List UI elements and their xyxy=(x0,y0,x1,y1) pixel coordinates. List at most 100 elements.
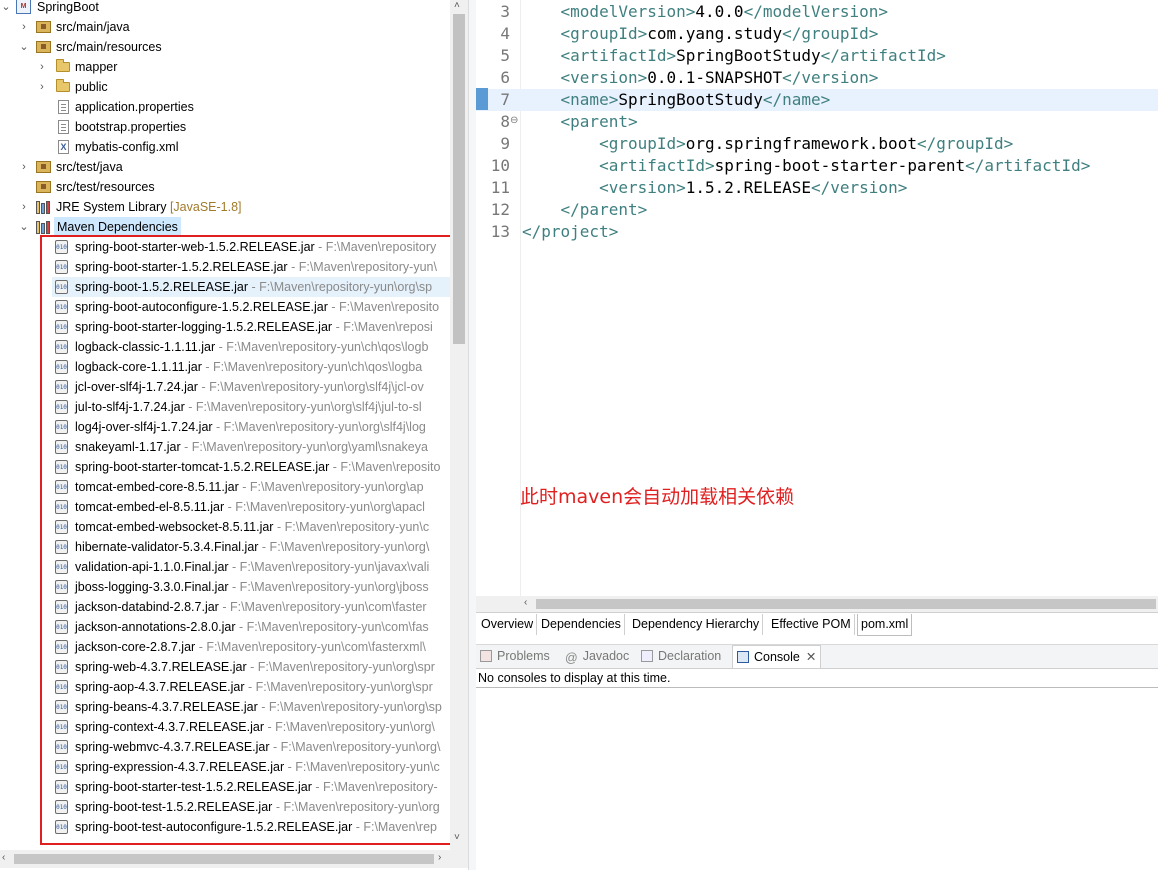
scrollbar-thumb[interactable] xyxy=(14,854,434,864)
view-sash[interactable] xyxy=(468,0,476,870)
line-number: 11 xyxy=(490,178,510,197)
scroll-right-icon[interactable]: › xyxy=(438,852,441,863)
expand-arrow-icon[interactable]: › xyxy=(18,157,30,177)
tree-item-jar[interactable]: validation-api-1.1.0.Final.jar - F:\Mave… xyxy=(0,557,450,577)
tree-item-src-main-java[interactable]: › src/main/java xyxy=(0,17,450,37)
collapse-arrow-icon[interactable]: ⌄ xyxy=(18,217,30,237)
scroll-down-icon[interactable]: ˅ xyxy=(454,832,460,843)
fold-collapse-icon[interactable]: ⊖ xyxy=(510,115,518,126)
editor-horizontal-scrollbar[interactable]: ‹ xyxy=(476,596,1158,612)
scroll-left-icon[interactable]: ‹ xyxy=(524,597,527,608)
view-tab-bar: Problems @ Javadoc Declaration Console ✕ xyxy=(476,644,1158,669)
expand-arrow-icon[interactable]: › xyxy=(36,77,48,97)
tree-item-jar[interactable]: snakeyaml-1.17.jar - F:\Maven\repository… xyxy=(0,437,450,457)
jar-label: spring-boot-autoconfigure-1.5.2.RELEASE.… xyxy=(75,297,439,317)
close-icon[interactable]: ✕ xyxy=(806,650,816,664)
tree-item-jar[interactable]: spring-beans-4.3.7.RELEASE.jar - F:\Mave… xyxy=(0,697,450,717)
tree-item-jar[interactable]: spring-boot-starter-web-1.5.2.RELEASE.ja… xyxy=(0,237,450,257)
tree-item-jar[interactable]: spring-web-4.3.7.RELEASE.jar - F:\Maven\… xyxy=(0,657,450,677)
collapse-arrow-icon[interactable]: ⌄ xyxy=(18,37,30,57)
xml-text: spring-boot-starter-parent xyxy=(714,156,966,175)
tree-vertical-scrollbar[interactable]: ˄ ˅ xyxy=(450,0,468,850)
tree-item-jar[interactable]: jackson-core-2.8.7.jar - F:\Maven\reposi… xyxy=(0,637,450,657)
tree-item-mybatis-config[interactable]: X mybatis-config.xml xyxy=(0,137,450,157)
tree-item-jar[interactable]: hibernate-validator-5.3.4.Final.jar - F:… xyxy=(0,537,450,557)
tree-item-bootstrap-properties[interactable]: bootstrap.properties xyxy=(0,117,450,137)
tree-item-jar[interactable]: spring-boot-starter-logging-1.5.2.RELEAS… xyxy=(0,317,450,337)
jar-name: snakeyaml-1.17.jar xyxy=(75,440,181,454)
scrollbar-thumb[interactable] xyxy=(453,14,465,344)
scrollbar-thumb[interactable] xyxy=(536,599,1156,609)
tree-item-jar[interactable]: jul-to-slf4j-1.7.24.jar - F:\Maven\repos… xyxy=(0,397,450,417)
jar-label: log4j-over-slf4j-1.7.24.jar - F:\Maven\r… xyxy=(75,417,426,437)
jar-label: tomcat-embed-el-8.5.11.jar - F:\Maven\re… xyxy=(75,497,425,517)
tab-effective-pom[interactable]: Effective POM xyxy=(768,614,855,635)
collapse-arrow-icon[interactable]: ⌄ xyxy=(0,0,12,17)
tree-item-jar[interactable]: log4j-over-slf4j-1.7.24.jar - F:\Maven\r… xyxy=(0,417,450,437)
tree-item-maven-dependencies[interactable]: ⌄ Maven Dependencies xyxy=(0,217,450,237)
jar-name: validation-api-1.1.0.Final.jar xyxy=(75,560,229,574)
tree-item-jar[interactable]: logback-classic-1.1.11.jar - F:\Maven\re… xyxy=(0,337,450,357)
tree-horizontal-scrollbar[interactable]: ‹ › xyxy=(0,850,468,868)
tree-item-jar[interactable]: spring-boot-1.5.2.RELEASE.jar - F:\Maven… xyxy=(52,277,450,297)
tree-item-mapper[interactable]: › mapper xyxy=(0,57,450,77)
tree-item-src-test-resources[interactable]: src/test/resources xyxy=(0,177,450,197)
tab-console-label: Console xyxy=(754,650,800,664)
xml-close-tag: </name> xyxy=(762,90,831,109)
tree-item-jar[interactable]: tomcat-embed-core-8.5.11.jar - F:\Maven\… xyxy=(0,477,450,497)
jar-name: spring-boot-autoconfigure-1.5.2.RELEASE.… xyxy=(75,300,328,314)
tree-item-jar[interactable]: jboss-logging-3.3.0.Final.jar - F:\Maven… xyxy=(0,577,450,597)
xml-text: com.yang.study xyxy=(647,24,783,43)
tree-item-jar[interactable]: logback-core-1.1.11.jar - F:\Maven\repos… xyxy=(0,357,450,377)
tree-item-jar[interactable]: spring-expression-4.3.7.RELEASE.jar - F:… xyxy=(0,757,450,777)
tree-item-jar[interactable]: spring-boot-test-autoconfigure-1.5.2.REL… xyxy=(0,817,450,837)
tree-item-src-main-resources[interactable]: ⌄ src/main/resources xyxy=(0,37,450,57)
jar-path: - F:\Maven\repository-yun\javax\vali xyxy=(232,560,430,574)
jar-label: jboss-logging-3.3.0.Final.jar - F:\Maven… xyxy=(75,577,429,597)
tab-console[interactable]: Console ✕ xyxy=(732,645,822,669)
expand-arrow-icon[interactable]: › xyxy=(18,197,30,217)
jar-icon xyxy=(55,240,68,254)
xml-open-tag: <version> xyxy=(599,178,686,197)
tab-dependencies[interactable]: Dependencies xyxy=(538,614,625,635)
jar-name: spring-expression-4.3.7.RELEASE.jar xyxy=(75,760,285,774)
tree-item-jar[interactable]: jackson-annotations-2.8.0.jar - F:\Maven… xyxy=(0,617,450,637)
tree-item-jar[interactable]: spring-webmvc-4.3.7.RELEASE.jar - F:\Mav… xyxy=(0,737,450,757)
tree-item-src-test-java[interactable]: › src/test/java xyxy=(0,157,450,177)
tab-declaration[interactable]: Declaration xyxy=(641,645,721,668)
jar-name: spring-context-4.3.7.RELEASE.jar xyxy=(75,720,264,734)
tree-item-jar[interactable]: tomcat-embed-el-8.5.11.jar - F:\Maven\re… xyxy=(0,497,450,517)
scroll-up-icon[interactable]: ˄ xyxy=(454,0,460,11)
jar-name: spring-aop-4.3.7.RELEASE.jar xyxy=(75,680,245,694)
tree-item-jar[interactable]: spring-boot-autoconfigure-1.5.2.RELEASE.… xyxy=(0,297,450,317)
tab-dependency-hierarchy[interactable]: Dependency Hierarchy xyxy=(629,614,764,635)
jar-icon xyxy=(55,300,68,314)
tree-item-jar[interactable]: spring-aop-4.3.7.RELEASE.jar - F:\Maven\… xyxy=(0,677,450,697)
tree-item-jre-library[interactable]: › JRE System Library [JavaSE-1.8] xyxy=(0,197,450,217)
tree-item-jar[interactable]: spring-boot-starter-tomcat-1.5.2.RELEASE… xyxy=(0,457,450,477)
tab-javadoc[interactable]: @ Javadoc xyxy=(565,645,629,668)
expand-arrow-icon[interactable]: › xyxy=(36,57,48,77)
tree-item-jar[interactable]: spring-boot-starter-test-1.5.2.RELEASE.j… xyxy=(0,777,450,797)
tree-item-public[interactable]: › public xyxy=(0,77,450,97)
source-folder-icon xyxy=(36,21,51,33)
tree-item-jar[interactable]: spring-boot-test-1.5.2.RELEASE.jar - F:\… xyxy=(0,797,450,817)
tree-item-application-properties[interactable]: application.properties xyxy=(0,97,450,117)
scroll-left-icon[interactable]: ‹ xyxy=(2,852,5,863)
console-icon xyxy=(737,651,749,663)
tree-item-jar[interactable]: jackson-databind-2.8.7.jar - F:\Maven\re… xyxy=(0,597,450,617)
expand-arrow-icon[interactable]: › xyxy=(18,17,30,37)
tree-item-jar[interactable]: spring-context-4.3.7.RELEASE.jar - F:\Ma… xyxy=(0,717,450,737)
tree-item-jar[interactable]: spring-boot-starter-1.5.2.RELEASE.jar - … xyxy=(0,257,450,277)
library-icon xyxy=(36,220,51,234)
tab-pom-xml[interactable]: pom.xml xyxy=(857,614,913,636)
tree-item-jar[interactable]: jcl-over-slf4j-1.7.24.jar - F:\Maven\rep… xyxy=(0,377,450,397)
line-number: 4 xyxy=(500,24,510,43)
source-folder-icon xyxy=(36,41,51,53)
jar-path: - F:\Maven\reposi xyxy=(335,320,433,334)
tree-item-project[interactable]: ⌄ M SpringBoot xyxy=(0,0,450,17)
jar-label: jackson-core-2.8.7.jar - F:\Maven\reposi… xyxy=(75,637,426,657)
tree-item-jar[interactable]: tomcat-embed-websocket-8.5.11.jar - F:\M… xyxy=(0,517,450,537)
tab-overview[interactable]: Overview xyxy=(478,614,538,635)
tab-problems[interactable]: Problems xyxy=(480,645,550,668)
